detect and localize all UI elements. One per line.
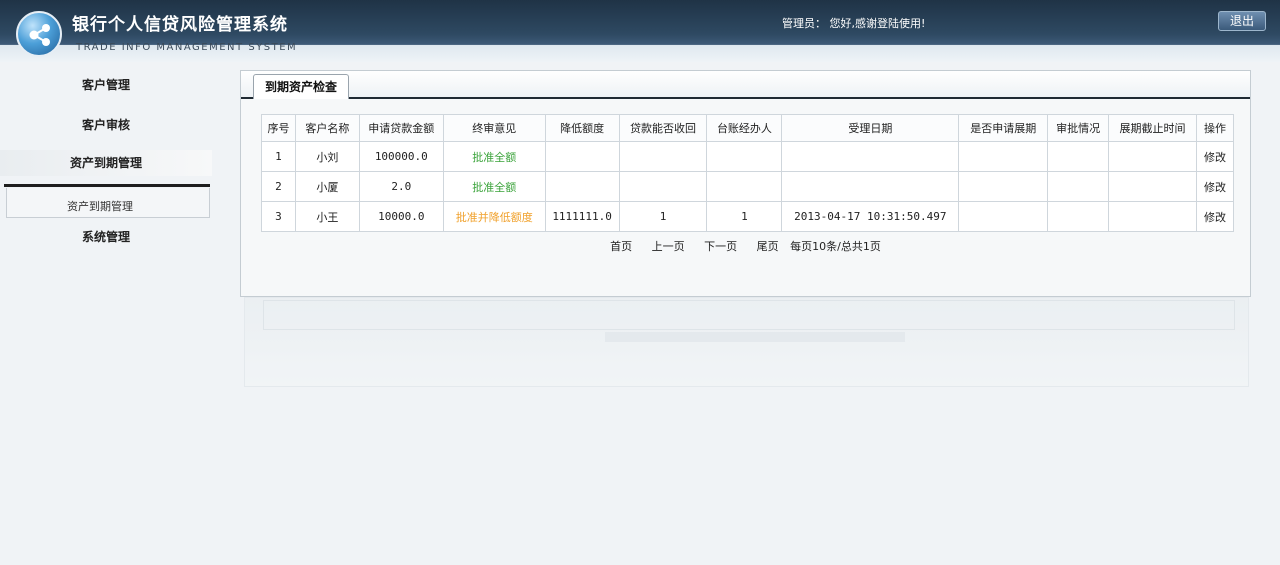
column-header: 受理日期 bbox=[781, 114, 960, 142]
cell-date bbox=[781, 171, 960, 202]
table-row: 1 小刘 100000.0 批准全额 修改 bbox=[261, 141, 1235, 172]
cell-amount: 100000.0 bbox=[358, 141, 444, 172]
cell-handler bbox=[706, 141, 783, 172]
cell-no: 1 bbox=[261, 141, 296, 172]
column-header: 是否申请展期 bbox=[958, 114, 1049, 142]
cell-amount: 2.0 bbox=[358, 171, 444, 202]
last-page-link[interactable]: 尾页 bbox=[757, 240, 779, 253]
submenu-item-asset-maturity[interactable]: 资产到期管理 bbox=[67, 198, 133, 214]
cell-recover bbox=[618, 171, 708, 202]
cell-name: 小厦 bbox=[294, 171, 360, 202]
cell-reduce bbox=[544, 141, 620, 172]
column-header: 降低额度 bbox=[544, 114, 620, 142]
column-header: 序号 bbox=[261, 114, 296, 142]
cell-no: 3 bbox=[261, 201, 296, 232]
active-menu-underline bbox=[4, 184, 210, 187]
first-page-link[interactable]: 首页 bbox=[610, 240, 632, 253]
logo-icon bbox=[16, 11, 62, 57]
main-panel: 到期资产检查 序号 客户名称 申请贷款金额 终审意见 降低额度 贷款能否收回 台… bbox=[240, 70, 1251, 297]
panel-reflection bbox=[244, 297, 1249, 387]
table-row: 3 小王 10000.0 批准并降低额度 1111111.0 1 1 2013-… bbox=[261, 201, 1235, 232]
cell-date bbox=[781, 141, 960, 172]
cell-name: 小王 bbox=[294, 201, 360, 232]
cell-date: 2013-04-17 10:31:50.497 bbox=[781, 201, 960, 232]
cell-name: 小刘 bbox=[294, 141, 360, 172]
column-header: 客户名称 bbox=[294, 114, 360, 142]
submenu: 资产到期管理 bbox=[6, 188, 210, 218]
sidebar-item-asset-maturity[interactable]: 资产到期管理 bbox=[0, 150, 212, 176]
cell-deadline bbox=[1108, 201, 1197, 232]
cell-recover: 1 bbox=[618, 201, 708, 232]
cell-reduce bbox=[544, 171, 620, 202]
column-header: 申请贷款金额 bbox=[358, 114, 444, 142]
cell-opinion: 批准全额 bbox=[442, 171, 546, 202]
sidebar-item-customer-management[interactable]: 客户管理 bbox=[0, 76, 212, 93]
cell-extend bbox=[958, 141, 1049, 172]
table-row: 2 小厦 2.0 批准全额 修改 bbox=[261, 171, 1235, 202]
cell-extend bbox=[958, 171, 1049, 202]
column-header: 贷款能否收回 bbox=[618, 114, 708, 142]
column-header: 终审意见 bbox=[442, 114, 546, 142]
prev-page-link[interactable]: 上一页 bbox=[652, 240, 685, 253]
edit-link[interactable]: 修改 bbox=[1195, 171, 1235, 202]
edit-link[interactable]: 修改 bbox=[1195, 141, 1235, 172]
page-info: 每页10条/总共1页 bbox=[790, 240, 881, 253]
column-header: 展期截止时间 bbox=[1108, 114, 1197, 142]
cell-opinion: 批准并降低额度 bbox=[442, 201, 546, 232]
user-greeting: 管理员： 您好,感谢登陆使用! bbox=[782, 17, 926, 30]
tab-bar: 到期资产检查 bbox=[241, 71, 1250, 99]
cell-handler: 1 bbox=[706, 201, 783, 232]
cell-handler bbox=[706, 171, 783, 202]
cell-extend bbox=[958, 201, 1049, 232]
cell-approval bbox=[1047, 141, 1110, 172]
column-header: 台账经办人 bbox=[706, 114, 783, 142]
pagination: 首页 上一页 下一页 尾页 每页10条/总共1页 bbox=[241, 238, 1250, 254]
cell-approval bbox=[1047, 171, 1110, 202]
sidebar-item-customer-review[interactable]: 客户审核 bbox=[0, 116, 212, 133]
cell-deadline bbox=[1108, 171, 1197, 202]
cell-no: 2 bbox=[261, 171, 296, 202]
app-header: 银行个人信贷风险管理系统 TRADE INFO MANAGEMENT SYSTE… bbox=[0, 0, 1280, 62]
table-header-row: 序号 客户名称 申请贷款金额 终审意见 降低额度 贷款能否收回 台账经办人 受理… bbox=[261, 114, 1235, 142]
logout-button[interactable]: 退出 bbox=[1218, 11, 1266, 31]
reflection-row bbox=[263, 300, 1235, 330]
cell-approval bbox=[1047, 201, 1110, 232]
column-header: 审批情况 bbox=[1047, 114, 1110, 142]
reflection-text bbox=[605, 332, 905, 342]
sidebar-item-system-management[interactable]: 系统管理 bbox=[0, 228, 212, 245]
sidebar: 客户管理 客户审核 资产到期管理 资产到期管理 系统管理 bbox=[0, 62, 220, 565]
edit-link[interactable]: 修改 bbox=[1195, 201, 1235, 232]
maturity-table: 序号 客户名称 申请贷款金额 终审意见 降低额度 贷款能否收回 台账经办人 受理… bbox=[261, 114, 1235, 232]
cell-opinion: 批准全额 bbox=[442, 141, 546, 172]
cell-reduce: 1111111.0 bbox=[544, 201, 620, 232]
cell-recover bbox=[618, 141, 708, 172]
column-header: 操作 bbox=[1195, 114, 1235, 142]
cell-amount: 10000.0 bbox=[358, 201, 444, 232]
tab-maturity-check[interactable]: 到期资产检查 bbox=[253, 74, 349, 99]
app-title: 银行个人信贷风险管理系统 bbox=[72, 15, 288, 35]
app-subtitle: TRADE INFO MANAGEMENT SYSTEM bbox=[76, 42, 298, 53]
next-page-link[interactable]: 下一页 bbox=[704, 240, 737, 253]
cell-deadline bbox=[1108, 141, 1197, 172]
